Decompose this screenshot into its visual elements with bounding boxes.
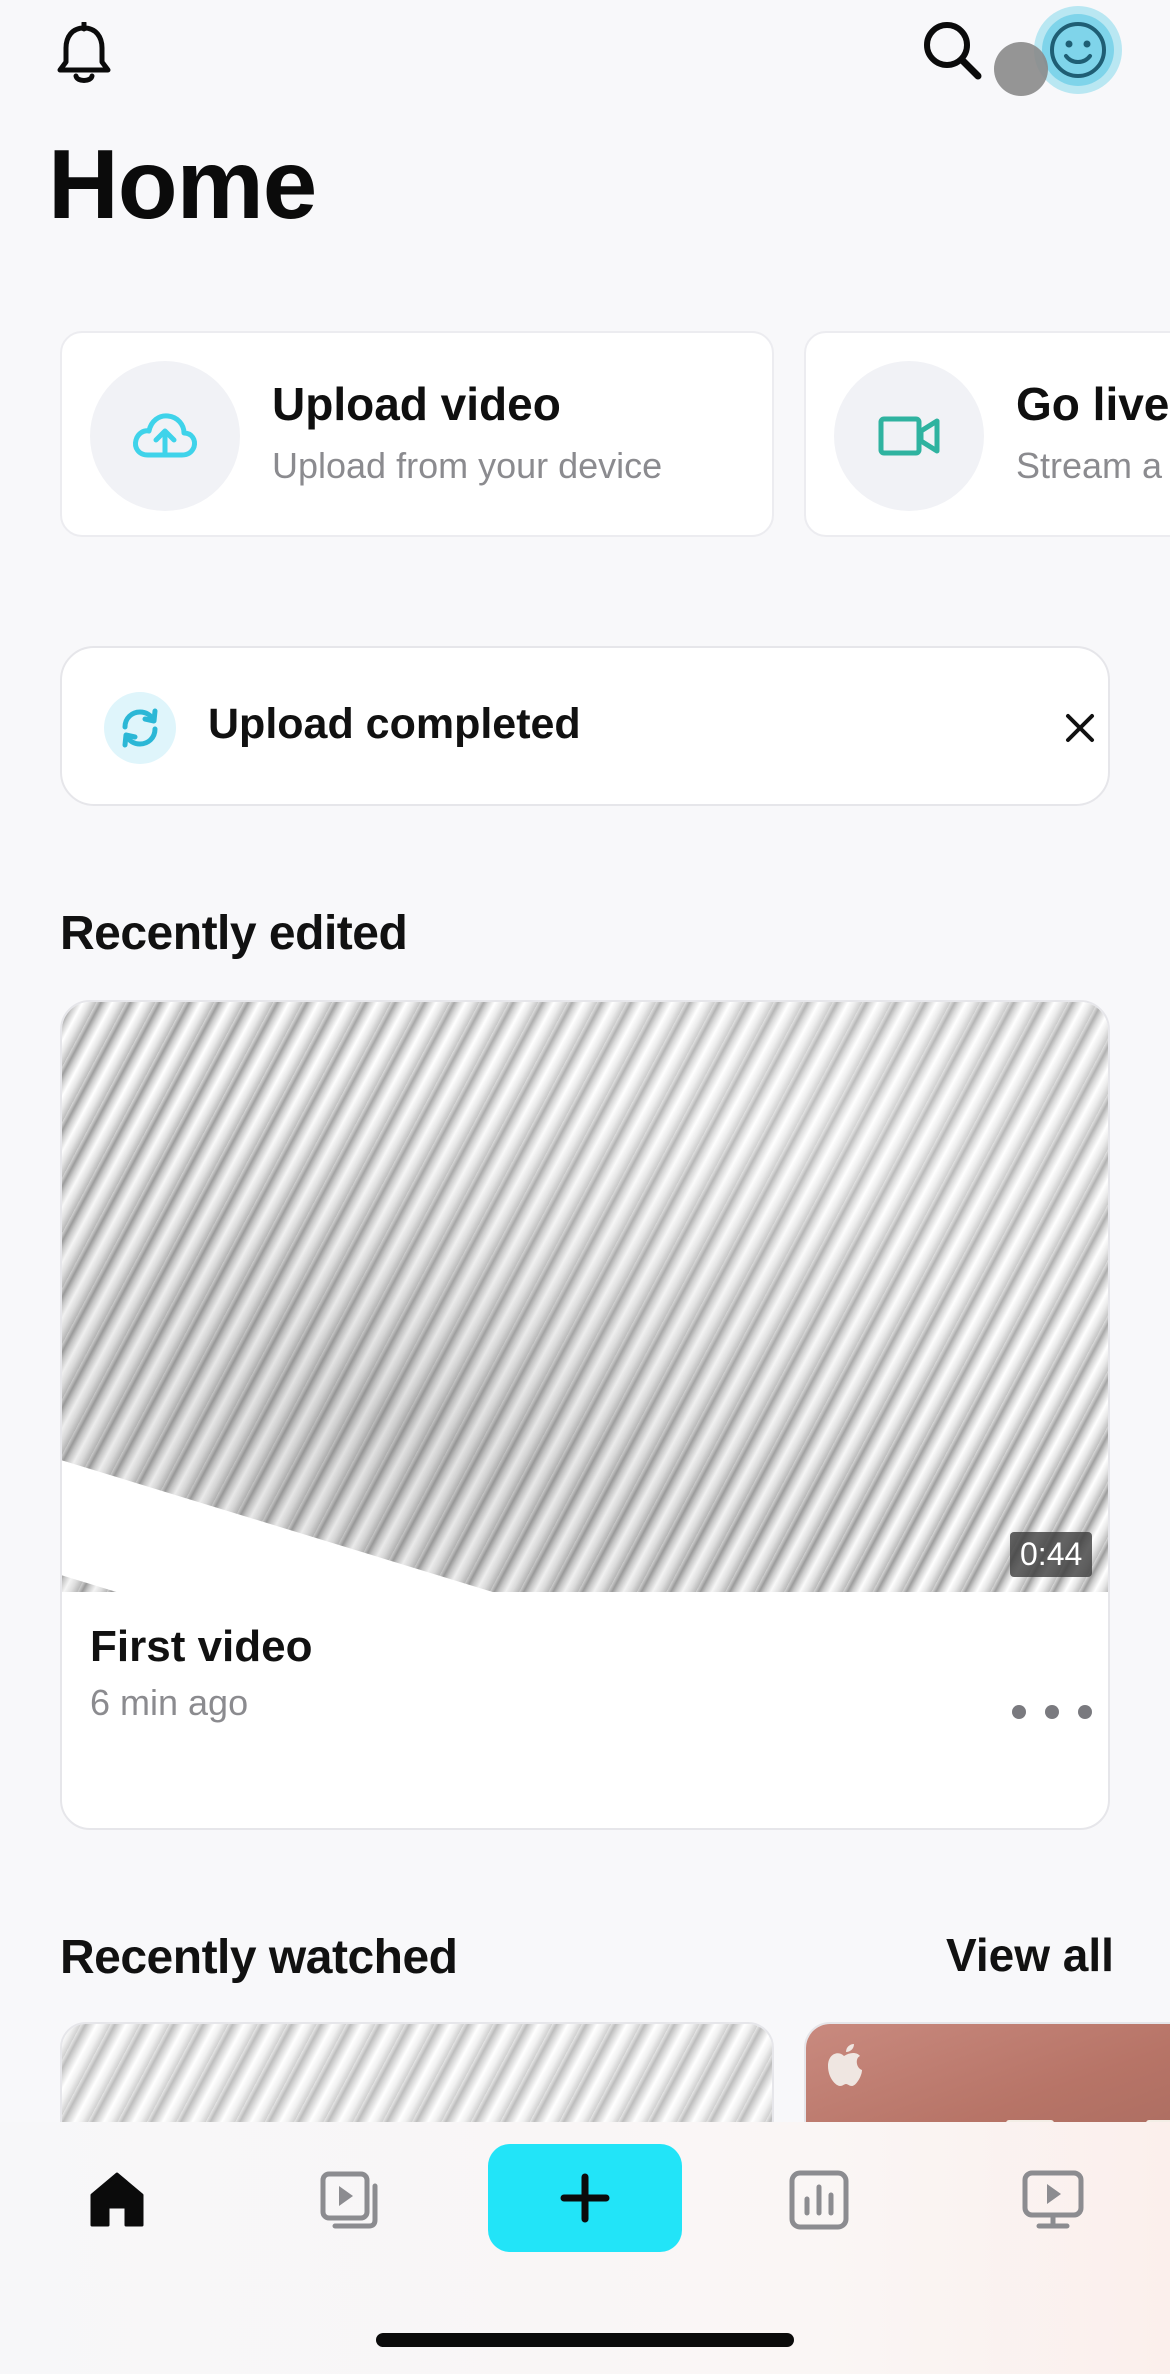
tab-home[interactable] xyxy=(62,2150,172,2250)
cloud-upload-icon xyxy=(133,413,197,458)
home-screen: Home Upload video Upload from your devic… xyxy=(0,0,1170,2374)
touch-indicator xyxy=(994,42,1048,96)
video-camera-icon xyxy=(878,416,940,456)
home-indicator xyxy=(376,2333,794,2347)
upload-video-title: Upload video xyxy=(272,378,561,430)
more-options-button[interactable] xyxy=(1012,1692,1092,1732)
go-live-subtitle: Stream a xyxy=(1016,445,1163,486)
upload-video-subtitle: Upload from your device xyxy=(272,445,663,486)
sync-icon xyxy=(104,692,176,764)
recently-edited-heading: Recently edited xyxy=(60,907,408,960)
video-duration: 0:44 xyxy=(1010,1532,1093,1577)
search-button[interactable] xyxy=(916,14,988,86)
upload-completed-banner: Upload completed xyxy=(60,646,1110,806)
tab-channel[interactable] xyxy=(998,2150,1108,2250)
page-title: Home xyxy=(48,129,317,239)
recently-watched-heading: Recently watched xyxy=(60,1931,458,1984)
close-icon xyxy=(1066,714,1094,742)
plus-icon xyxy=(560,2173,610,2223)
search-icon xyxy=(924,22,982,80)
apple-logo-icon xyxy=(828,2044,862,2086)
more-dot xyxy=(1045,1705,1059,1719)
upload-icon-circle xyxy=(90,361,240,511)
video-timestamp: 6 min ago xyxy=(90,1682,249,1723)
bell-icon xyxy=(57,22,111,83)
library-icon xyxy=(320,2171,378,2229)
stats-icon xyxy=(789,2170,849,2230)
smiley-icon xyxy=(1050,22,1106,78)
tab-library[interactable] xyxy=(294,2150,404,2250)
notice-text: Upload completed xyxy=(208,700,581,748)
more-dot xyxy=(1078,1705,1092,1719)
video-thumbnail[interactable]: 0:44 xyxy=(62,1002,1108,1782)
upload-video-card[interactable]: Upload video Upload from your device xyxy=(60,331,774,537)
tab-analytics[interactable] xyxy=(764,2150,874,2250)
thumbnail-shading xyxy=(62,1002,1108,1592)
video-card[interactable]: 0:44 First video 6 min ago xyxy=(60,1000,1110,1830)
home-icon xyxy=(90,2172,144,2227)
go-live-card[interactable]: Go live Stream a xyxy=(804,331,1170,537)
video-title: First video xyxy=(90,1622,313,1671)
avatar-face xyxy=(1042,14,1114,86)
go-live-title: Go live xyxy=(1016,378,1170,430)
avatar[interactable] xyxy=(994,6,1124,96)
more-horizontal-icon xyxy=(1012,1705,1026,1719)
channel-icon xyxy=(1022,2170,1084,2229)
notifications-button[interactable] xyxy=(48,18,120,90)
close-button[interactable] xyxy=(1052,700,1108,756)
live-icon-circle xyxy=(834,361,984,511)
view-all-link[interactable]: View all xyxy=(946,1928,1114,1982)
create-button[interactable] xyxy=(488,2144,682,2252)
